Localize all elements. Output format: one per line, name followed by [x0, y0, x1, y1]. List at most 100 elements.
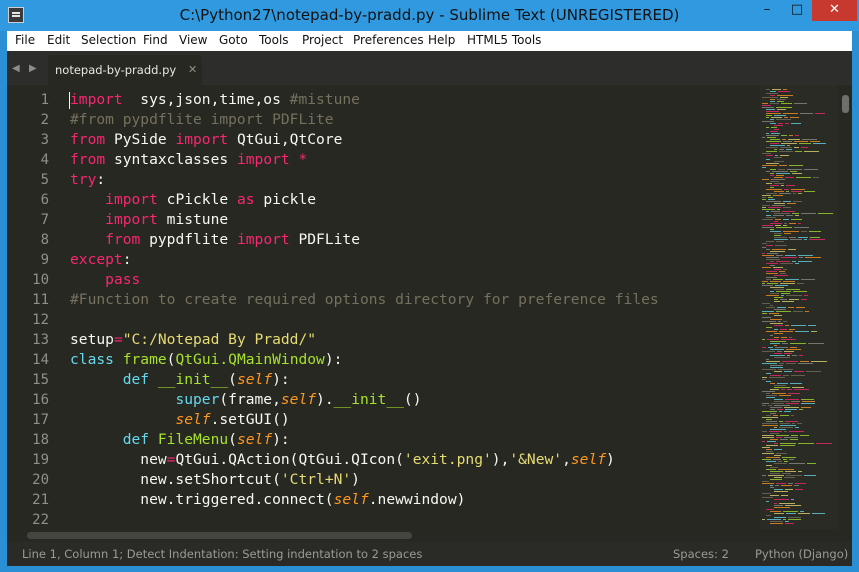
code-line[interactable]: #Function to create required options dir…: [70, 290, 659, 310]
minimap-stroke: [776, 175, 784, 176]
minimap-stroke: [770, 355, 785, 356]
code-line[interactable]: new.setShortcut('Ctrl+N'): [70, 470, 360, 490]
indentation-selector[interactable]: Spaces: 2: [673, 547, 729, 561]
code-line[interactable]: setup="C:/Notepad By Pradd/": [70, 330, 316, 350]
code-token: ):: [272, 371, 290, 388]
code-line[interactable]: except:: [70, 250, 132, 270]
minimap-stroke: [774, 477, 782, 478]
code-line[interactable]: #from pypdflite import PDFLite: [70, 110, 334, 130]
minimap-stroke: [779, 421, 783, 422]
minimap-stroke: [785, 325, 789, 326]
minimap-stroke: [762, 205, 770, 206]
minimap-stroke: [784, 431, 787, 432]
code-line[interactable]: pass: [70, 270, 140, 290]
minimap-stroke: [766, 393, 770, 394]
code-line[interactable]: from PySide import QtGui,QtCore: [70, 130, 342, 150]
code-line[interactable]: from pypdflite import PDFLite: [70, 230, 360, 250]
menu-find[interactable]: Find: [143, 33, 168, 47]
minimap-stroke: [770, 471, 783, 472]
minimap-stroke: [770, 323, 783, 324]
tab-close-icon[interactable]: ✕: [188, 63, 197, 76]
code-line[interactable]: super(frame,self).__init__(): [70, 390, 421, 410]
vertical-scrollbar-thumb[interactable]: [842, 95, 849, 113]
minimap-stroke: [781, 293, 790, 294]
minimap-stroke: [785, 489, 793, 490]
minimap-stroke: [798, 513, 810, 514]
code-line[interactable]: import cPickle as pickle: [70, 190, 316, 210]
code-line[interactable]: new.triggered.connect(self.newwindow): [70, 490, 465, 510]
minimap-stroke: [768, 197, 773, 198]
minimap-stroke: [762, 107, 774, 108]
horizontal-scrollbar-thumb[interactable]: [27, 532, 412, 539]
minimap-stroke: [762, 103, 768, 104]
minimap-stroke: [762, 481, 769, 482]
minimap-stroke: [766, 509, 774, 510]
menu-file[interactable]: File: [15, 33, 35, 47]
code-line[interactable]: class frame(QtGui.QMainWindow):: [70, 350, 342, 370]
line-number: 3: [40, 132, 49, 148]
tab-nav-forward-icon[interactable]: ▶: [29, 63, 37, 74]
line-number: 13: [32, 332, 49, 348]
minimap-stroke: [770, 229, 774, 230]
minimap-stroke: [762, 247, 766, 248]
minimap-stroke: [774, 517, 786, 518]
minimap-stroke: [786, 349, 801, 350]
code-line[interactable]: import mistune: [70, 210, 228, 230]
vertical-scrollbar[interactable]: [838, 85, 852, 529]
menu-preferences[interactable]: Preferences: [353, 33, 424, 47]
minimap-stroke: [800, 113, 813, 114]
code-line[interactable]: self.setGUI(): [70, 410, 289, 430]
line-number: 1: [40, 92, 49, 108]
menu-view[interactable]: View: [179, 33, 207, 47]
minimap-stroke: [781, 257, 797, 258]
minimap-stroke: [766, 217, 776, 218]
minimap-stroke: [770, 521, 783, 522]
menu-tools[interactable]: Tools: [259, 33, 289, 47]
minimap-stroke: [784, 371, 792, 372]
menu-selection[interactable]: Selection: [81, 33, 136, 47]
code-area[interactable]: import sys,json,time,os #mistune #from py…: [70, 85, 760, 529]
minimap-stroke: [781, 485, 792, 486]
minimap-stroke: [774, 289, 784, 290]
minimap-stroke: [793, 311, 803, 312]
minimap-stroke: [770, 91, 776, 92]
minimap-stroke: [774, 161, 784, 162]
line-number: 5: [40, 172, 49, 188]
minimap-stroke: [791, 123, 801, 124]
minimap-stroke: [762, 363, 777, 364]
code-editor[interactable]: 1 2 3 4 5 6 7 8 9 10 11 12 13 14 15 16 17 18 19 20 21 22 impo…: [7, 85, 852, 529]
tab-notepad-by-pradd[interactable]: notepad-by-pradd.py ✕: [48, 55, 202, 85]
code-line[interactable]: import sys,json,time,os #mistune: [70, 90, 360, 110]
tab-nav-back-icon[interactable]: ◀: [12, 63, 20, 74]
minimap[interactable]: [760, 85, 838, 529]
menu-project[interactable]: Project: [302, 33, 343, 47]
horizontal-scrollbar[interactable]: [7, 529, 852, 542]
code-line[interactable]: new=QtGui.QAction(QtGui.QIcon('exit.png'…: [70, 450, 615, 470]
minimap-stroke: [766, 241, 774, 242]
menu-help[interactable]: Help: [428, 33, 455, 47]
maximize-button[interactable]: □: [782, 0, 812, 21]
code-line[interactable]: def __init__(self):: [70, 370, 290, 390]
minimap-stroke: [762, 425, 778, 426]
minimize-button[interactable]: –: [752, 0, 782, 21]
minimap-stroke: [783, 375, 789, 376]
code-token: ,: [562, 451, 571, 468]
minimap-stroke: [777, 99, 786, 100]
menu-goto[interactable]: Goto: [219, 33, 248, 47]
code-line[interactable]: def FileMenu(self):: [70, 430, 290, 450]
menu-edit[interactable]: Edit: [47, 33, 70, 47]
code-line[interactable]: try:: [70, 170, 105, 190]
close-button[interactable]: ✕: [812, 0, 857, 21]
menu-html5-tools[interactable]: HTML5 Tools: [467, 33, 541, 47]
minimap-stroke: [797, 423, 802, 424]
minimap-stroke: [779, 149, 784, 150]
minimap-stroke: [762, 447, 770, 448]
minimap-stroke: [770, 319, 782, 320]
syntax-selector[interactable]: Python (Django): [755, 547, 848, 561]
minimap-stroke: [790, 239, 802, 240]
code-token: frame: [122, 351, 167, 368]
minimap-stroke: [799, 257, 803, 258]
line-number: 11: [32, 292, 49, 308]
code-line[interactable]: from syntaxclasses import *: [70, 150, 307, 170]
